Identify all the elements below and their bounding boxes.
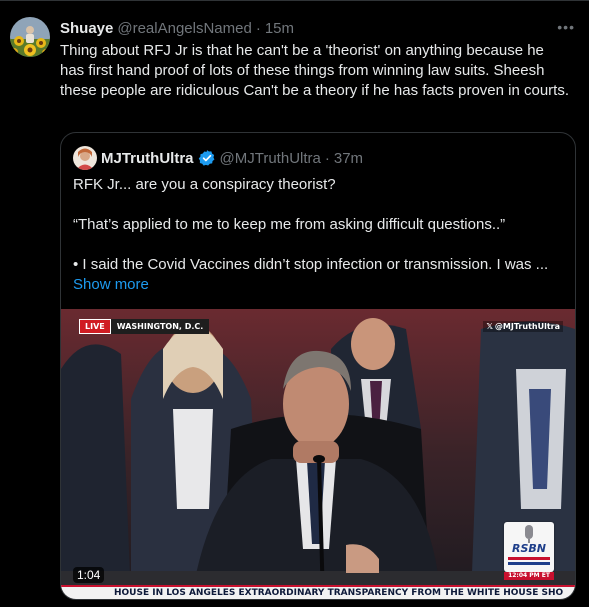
- quote-avatar-image: [73, 146, 97, 170]
- quote-header: MJTruthUltra @MJTruthUltra · 37m: [101, 148, 363, 168]
- rsbn-logo: RSBN: [504, 522, 554, 572]
- quoted-tweet[interactable]: MJTruthUltra @MJTruthUltra · 37m RFK Jr.…: [60, 132, 576, 600]
- author-name[interactable]: Shuaye: [60, 20, 113, 37]
- ticker-text: HOUSE IN LOS ANGELES EXTRAORDINARY TRANS…: [114, 588, 564, 598]
- rsbn-logo-text: RSBN: [512, 542, 546, 555]
- quote-paragraph: RFK Jr... are you a conspiracy theorist?: [73, 176, 336, 193]
- tweet[interactable]: Shuaye @realAngelsNamed · 15m ••• Thing …: [0, 0, 589, 607]
- quote-author-name[interactable]: MJTruthUltra: [101, 150, 194, 167]
- live-badge: LIVE WASHINGTON, D.C.: [79, 318, 210, 334]
- quote-time[interactable]: 37m: [334, 150, 363, 167]
- sunflower-avatar-image: [10, 17, 50, 57]
- video-player[interactable]: LIVE WASHINGTON, D.C. 𝕏 @MJTruthUltra RS…: [61, 309, 575, 599]
- watermark-handle: @MJTruthUltra: [494, 322, 560, 331]
- quote-paragraph: • I said the Covid Vaccines didn’t stop …: [73, 256, 549, 273]
- news-ticker: HOUSE IN LOS ANGELES EXTRAORDINARY TRANS…: [61, 585, 575, 599]
- quote-separator-dot: ·: [324, 149, 330, 167]
- quote-avatar[interactable]: [73, 146, 97, 170]
- video-duration: 1:04: [73, 567, 105, 583]
- tweet-header: Shuaye @realAngelsNamed · 15m: [60, 18, 294, 38]
- tweet-time[interactable]: 15m: [265, 20, 294, 37]
- quote-author-handle[interactable]: @MJTruthUltra: [220, 150, 321, 167]
- author-handle[interactable]: @realAngelsNamed: [117, 20, 251, 37]
- more-horizontal-icon[interactable]: •••: [557, 20, 575, 34]
- video-frame-image: [61, 309, 575, 599]
- quote-text: RFK Jr... are you a conspiracy theorist?…: [73, 175, 565, 275]
- separator-dot: ·: [255, 19, 261, 37]
- video-watermark: 𝕏 @MJTruthUltra: [483, 321, 563, 332]
- tweet-text: Thing about RFJ Jr is that he can't be a…: [60, 42, 569, 99]
- rsbn-time: 12:04 PM ET: [504, 572, 554, 580]
- show-more-link[interactable]: Show more: [73, 275, 149, 295]
- location-label: WASHINGTON, D.C.: [110, 318, 210, 334]
- live-label: LIVE: [79, 318, 111, 334]
- quote-paragraph: “That’s applied to me to keep me from as…: [73, 216, 506, 233]
- avatar[interactable]: [10, 17, 50, 57]
- verified-badge-icon: [198, 149, 216, 167]
- x-logo-icon: 𝕏: [486, 322, 493, 331]
